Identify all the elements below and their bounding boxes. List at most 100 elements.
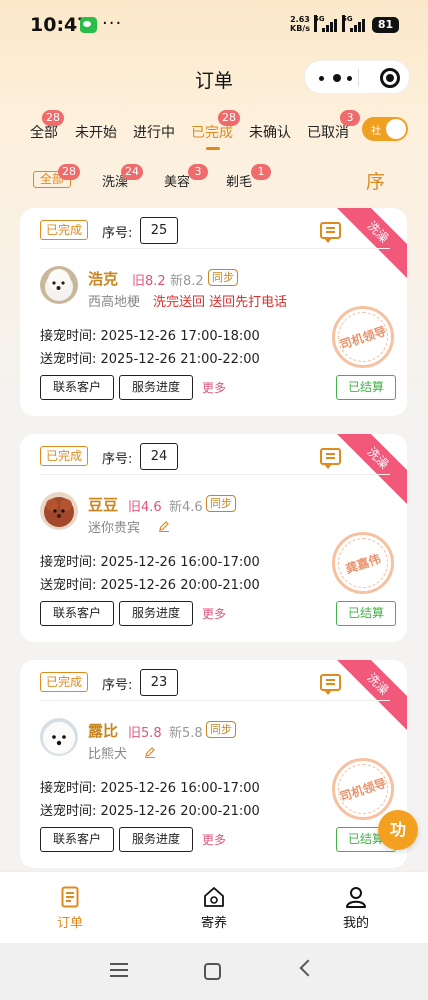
- nav-mine[interactable]: 我的: [326, 886, 386, 931]
- category-shaving-badge: 1: [251, 164, 271, 180]
- stamp-text: 司机领导: [338, 323, 389, 353]
- contact-customer-button[interactable]: 联系客户: [40, 601, 114, 626]
- divider: [40, 248, 390, 249]
- signal-2-icon: 5G: [342, 15, 365, 32]
- dropoff-time: 送宠时间: 2025-12-26 20:00-21:00: [40, 578, 260, 593]
- order-card[interactable]: 已完成 序号: 25 洗澡 浩克 旧8.2 新8.2 同步 西高地梗 洗完送回 …: [20, 208, 407, 416]
- chat-icon[interactable]: [320, 674, 341, 695]
- category-all-badge: 28: [58, 164, 80, 180]
- function-float-button[interactable]: 功: [378, 810, 418, 850]
- tab-all-badge: 28: [42, 110, 64, 126]
- settled-button[interactable]: 已结算: [336, 601, 396, 626]
- nav-boarding[interactable]: 寄养: [184, 886, 244, 931]
- service-progress-button[interactable]: 服务进度: [119, 601, 193, 626]
- more-options-icon[interactable]: [319, 70, 355, 86]
- chat-icon[interactable]: [320, 222, 341, 243]
- signal-1-icon: 5G: [314, 15, 337, 32]
- tab-completed-badge: 28: [218, 110, 240, 126]
- bottom-nav: 订单 寄养 我的: [0, 871, 428, 943]
- active-tab-indicator: [206, 147, 220, 150]
- pet-breed: 迷你贵宾: [88, 521, 141, 536]
- new-price: 新4.6: [169, 500, 203, 515]
- nav-orders-label: 订单: [56, 916, 83, 931]
- more-link[interactable]: 更多: [202, 379, 226, 396]
- more-link[interactable]: 更多: [202, 605, 226, 622]
- order-card[interactable]: 已完成 序号: 24 洗澡 豆豆 旧4.6 新4.6 同步 迷你贵宾 接宠时间:…: [20, 434, 407, 642]
- battery-icon: 81: [372, 17, 399, 33]
- society-toggle[interactable]: 社: [362, 117, 408, 141]
- nav-mine-label: 我的: [342, 916, 369, 931]
- nav-boarding-label: 寄养: [200, 916, 227, 931]
- sync-tag[interactable]: 同步: [208, 269, 238, 286]
- stamp-text: 司机领导: [338, 775, 389, 805]
- status-badge: 已完成: [40, 220, 88, 240]
- system-navigation-bar: [0, 943, 428, 1000]
- category-grooming[interactable]: 美容: [164, 171, 190, 190]
- divider: [40, 700, 390, 701]
- pickup-time: 接宠时间: 2025-12-26 16:00-17:00: [40, 555, 260, 570]
- home-pet-icon: [204, 887, 224, 907]
- seq-number: 25: [140, 217, 178, 244]
- contact-customer-button[interactable]: 联系客户: [40, 827, 114, 852]
- miniprogram-capsule: [304, 60, 410, 94]
- pickup-time: 接宠时间: 2025-12-26 16:00-17:00: [40, 781, 260, 796]
- tab-not-started[interactable]: 未开始: [75, 122, 117, 142]
- new-price: 新5.8: [169, 726, 203, 741]
- home-icon[interactable]: [204, 963, 221, 980]
- network-speed: 2.63 KB/s: [290, 15, 310, 33]
- stamp-text: 龚嘉伟: [343, 551, 383, 577]
- settled-button[interactable]: 已结算: [336, 375, 396, 400]
- order-card[interactable]: 已完成 序号: 23 洗澡 露比 旧5.8 新5.8 同步 比熊犬 接宠时间: …: [20, 660, 407, 868]
- contact-customer-button[interactable]: 联系客户: [40, 375, 114, 400]
- pet-name: 露比: [88, 722, 119, 740]
- pickup-time: 接宠时间: 2025-12-26 17:00-18:00: [40, 329, 260, 344]
- network-speed-unit: KB/s: [290, 24, 310, 33]
- edit-pencil-icon[interactable]: [144, 746, 156, 758]
- wechat-icon: [80, 17, 97, 33]
- edit-pencil-icon[interactable]: [158, 520, 170, 532]
- pet-avatar: [40, 266, 78, 304]
- old-price: 旧4.6: [128, 500, 162, 515]
- seq-label: 序号:: [102, 678, 133, 693]
- tab-cancelled[interactable]: 已取消: [307, 122, 349, 142]
- service-progress-button[interactable]: 服务进度: [119, 827, 193, 852]
- sync-tag[interactable]: 同步: [206, 495, 236, 512]
- seq-number: 23: [140, 669, 178, 696]
- tab-in-progress[interactable]: 进行中: [133, 122, 175, 142]
- seq-label: 序号:: [102, 452, 133, 467]
- order-doc-icon: [61, 886, 79, 908]
- more-notifications-icon: ···: [102, 13, 123, 34]
- pet-breed: 西高地梗: [88, 295, 141, 310]
- category-grooming-badge: 3: [188, 164, 208, 180]
- driver-stamp: 司机领导: [332, 758, 394, 820]
- pet-name: 豆豆: [88, 496, 119, 514]
- status-badge: 已完成: [40, 672, 88, 692]
- tab-unconfirmed[interactable]: 未确认: [249, 122, 291, 142]
- back-icon[interactable]: [299, 959, 317, 977]
- seq-label: 序号:: [102, 226, 133, 241]
- tab-cancelled-badge: 3: [340, 110, 360, 126]
- status-bar: 10:47 ··· 2.63 KB/s 5G 5G 81: [0, 0, 428, 52]
- pet-avatar: [40, 718, 78, 756]
- signal-1-generation: 5G: [314, 15, 325, 32]
- toggle-knob: [386, 119, 406, 139]
- sort-button[interactable]: 序: [366, 167, 385, 194]
- status-badge: 已完成: [40, 446, 88, 466]
- divider: [40, 474, 390, 475]
- close-miniprogram-icon[interactable]: [380, 68, 400, 88]
- seq-number: 24: [140, 443, 178, 470]
- more-link[interactable]: 更多: [202, 831, 226, 848]
- signal-2-generation: 5G: [342, 15, 353, 32]
- dropoff-time: 送宠时间: 2025-12-26 21:00-22:00: [40, 352, 260, 367]
- pet-avatar: [40, 492, 78, 530]
- pet-name: 浩克: [88, 270, 119, 288]
- driver-stamp: 司机领导: [332, 306, 394, 368]
- chat-icon[interactable]: [320, 448, 341, 469]
- dropoff-time: 送宠时间: 2025-12-26 20:00-21:00: [40, 804, 260, 819]
- nav-orders[interactable]: 订单: [40, 886, 100, 931]
- sync-tag[interactable]: 同步: [206, 721, 236, 738]
- recent-apps-icon[interactable]: [110, 963, 128, 977]
- service-progress-button[interactable]: 服务进度: [119, 375, 193, 400]
- old-price: 旧5.8: [128, 726, 162, 741]
- category-shaving[interactable]: 剃毛: [226, 171, 252, 190]
